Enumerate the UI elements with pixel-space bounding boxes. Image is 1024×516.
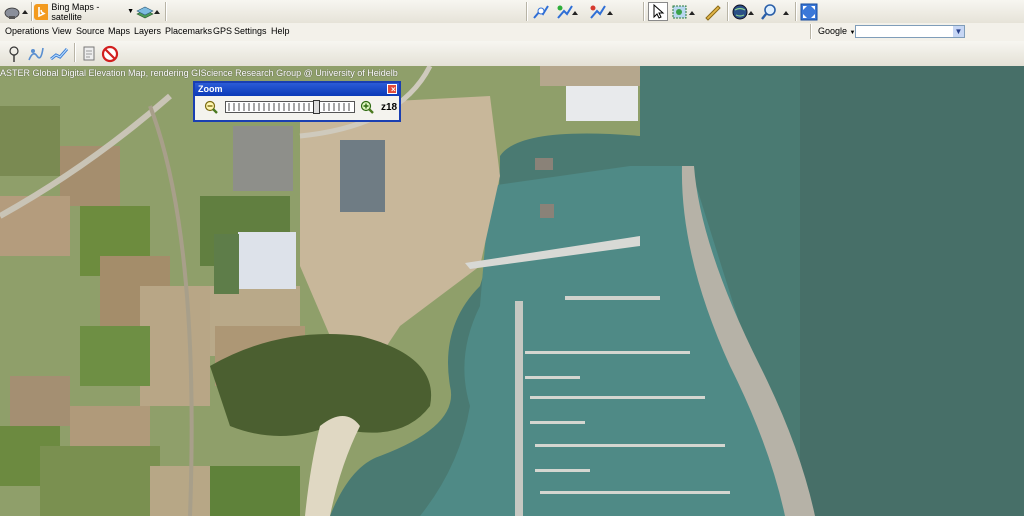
zoom-in-icon (360, 100, 374, 114)
add-track-button[interactable] (26, 44, 46, 63)
select-tool-button[interactable] (648, 2, 668, 21)
menu-help[interactable]: Help (271, 26, 290, 36)
zoom-panel-title: Zoom (198, 84, 223, 94)
layers-icon (136, 6, 160, 18)
menu-view[interactable]: View (52, 26, 71, 36)
route-tool-2-button[interactable] (555, 2, 581, 21)
map-copyright: ASTER Global Digital Elevation Map, rend… (0, 68, 398, 78)
fullscreen-icon (800, 3, 818, 20)
menu-operations[interactable]: Operations (5, 26, 49, 36)
cursor-arrow-icon (653, 3, 665, 19)
menu-maps[interactable]: Maps (108, 26, 130, 36)
globe-icon (732, 4, 754, 19)
menu-layers[interactable]: Layers (134, 26, 161, 36)
placemark-toolbar (0, 41, 1024, 67)
zoom-panel-body: z18 (195, 96, 399, 120)
mode-menu-button[interactable] (3, 2, 31, 21)
zoom-slider-thumb[interactable] (313, 100, 321, 114)
menu-source[interactable]: Source (76, 26, 105, 36)
satellite-map-view[interactable] (0, 66, 1024, 516)
document-icon (83, 46, 95, 60)
zoom-panel: Zoom × z18 (193, 81, 401, 122)
chevron-down-icon[interactable]: ▼ (953, 26, 964, 37)
add-route-button[interactable] (48, 44, 70, 63)
route-icon (533, 4, 549, 19)
delete-button[interactable] (100, 44, 120, 63)
pin-icon (9, 45, 19, 62)
satellite-imagery (0, 66, 1024, 516)
zoom-slider[interactable] (225, 100, 355, 114)
zoom-level-label: z18 (381, 102, 398, 113)
globe-menu-button[interactable] (731, 2, 757, 21)
menu-placemarks[interactable]: Placemarks (165, 26, 212, 36)
open-file-button[interactable] (80, 44, 98, 63)
menu-settings[interactable]: Settings (234, 26, 267, 36)
route-line-icon (50, 47, 69, 60)
zoom-panel-titlebar[interactable]: Zoom × (195, 83, 399, 96)
zoom-out-icon (204, 100, 218, 114)
search-provider-label: Google (818, 26, 848, 36)
ruler-icon (705, 4, 721, 21)
route-marker-icon (557, 4, 578, 19)
search-input[interactable]: ▼ (855, 25, 965, 38)
area-select-button[interactable] (670, 2, 700, 21)
zoom-in-button[interactable] (359, 100, 375, 118)
satellite-dish-icon (4, 7, 28, 19)
area-select-icon (672, 5, 695, 18)
route-edit-icon (590, 4, 613, 19)
close-icon: × (391, 85, 396, 94)
add-placemark-button[interactable] (4, 44, 24, 63)
search-menu-button[interactable] (760, 2, 792, 21)
route-tool-1-button[interactable] (530, 2, 552, 21)
zoom-close-button[interactable]: × (387, 84, 397, 94)
magnifier-icon (761, 3, 789, 20)
no-entry-icon (101, 45, 119, 62)
layers-menu-button[interactable] (135, 2, 163, 21)
map-source-label: Bing Maps - satellite (51, 1, 100, 22)
chevron-down-icon: ▼ (127, 8, 134, 15)
search-provider-dropdown[interactable]: Google ▼ (818, 26, 856, 36)
bing-logo-icon (34, 3, 49, 20)
main-toolbar: Bing Maps - satellite ▼ (0, 0, 1024, 24)
track-icon (28, 47, 44, 60)
map-source-dropdown[interactable]: Bing Maps - satellite ▼ (34, 1, 134, 22)
ruler-tool-button[interactable] (703, 2, 723, 21)
route-tool-3-button[interactable] (588, 2, 616, 21)
slider-ticks (228, 103, 350, 111)
fullscreen-button[interactable] (799, 2, 819, 21)
menu-gps[interactable]: GPS (213, 26, 232, 36)
zoom-out-button[interactable] (203, 100, 219, 118)
